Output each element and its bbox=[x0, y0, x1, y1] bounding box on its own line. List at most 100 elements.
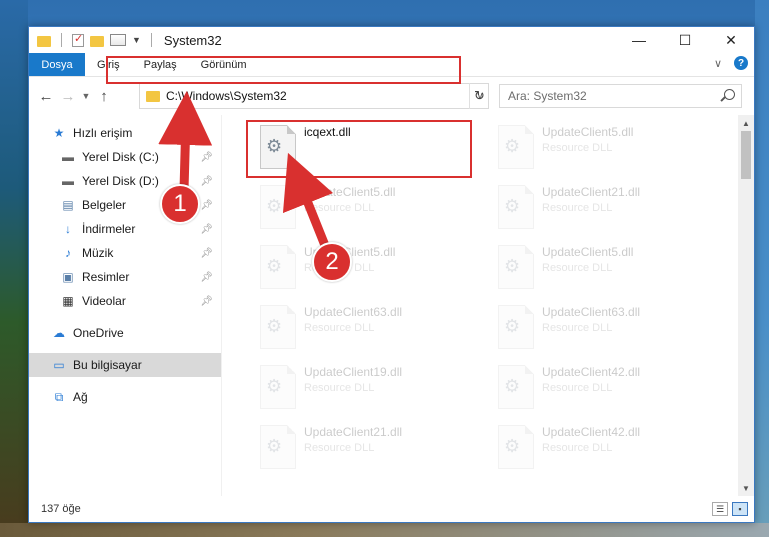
tiles-view-icon[interactable]: ▪ bbox=[732, 502, 748, 516]
recent-locations-icon[interactable]: ▼ bbox=[79, 91, 93, 101]
file-tile[interactable]: UpdateClient5.dllResource DLL bbox=[486, 237, 712, 297]
address-bar[interactable]: C:\Windows\System32 ∨ bbox=[139, 83, 489, 109]
pin-icon: 📌︎ bbox=[200, 223, 213, 235]
forward-arrow-icon[interactable]: → bbox=[57, 88, 79, 105]
file-tile[interactable]: UpdateClient5.dllResource DLL bbox=[248, 237, 474, 297]
cloud-icon: ☁ bbox=[53, 326, 65, 340]
address-path[interactable]: C:\Windows\System32 bbox=[166, 89, 472, 103]
step-badge-2: 2 bbox=[312, 242, 352, 282]
sidebar-item-pictures[interactable]: ▣ Resimler 📌︎ bbox=[29, 265, 221, 289]
tab-share[interactable]: Paylaş bbox=[132, 53, 189, 76]
pin-icon: 📌︎ bbox=[200, 151, 213, 163]
sidebar-item-onedrive[interactable]: ☁ OneDrive bbox=[29, 321, 221, 345]
details-view-icon[interactable]: ☰ bbox=[712, 502, 728, 516]
folder-icon bbox=[146, 90, 160, 102]
file-name: UpdateClient5.dll bbox=[304, 185, 396, 199]
sidebar-item-local-disk-c[interactable]: ▬ Yerel Disk (C:) 📌︎ bbox=[29, 145, 221, 169]
file-tile[interactable]: UpdateClient63.dll Resource DLL bbox=[248, 297, 474, 357]
pin-icon: 📌︎ bbox=[200, 295, 213, 307]
file-tile[interactable]: UpdateClient5.dllResource DLL bbox=[486, 117, 712, 177]
file-explorer-window: ▼ System32 — ☐ ✕ Dosya Giriş Paylaş Görü… bbox=[28, 26, 755, 523]
file-tile[interactable]: UpdateClient42.dll Resource DLL bbox=[486, 417, 712, 477]
file-type: Resource DLL bbox=[304, 202, 375, 214]
dll-file-icon bbox=[498, 425, 534, 469]
file-type: Resource DLL bbox=[542, 262, 613, 274]
documents-icon: ▤ bbox=[62, 198, 74, 212]
item-count: 137 öğe bbox=[41, 503, 81, 515]
download-icon: ↓ bbox=[65, 222, 71, 236]
dll-file-icon bbox=[260, 125, 296, 169]
pin-icon: 📌︎ bbox=[200, 175, 213, 187]
ribbon-controls: ∨ ? bbox=[714, 56, 748, 70]
drive-icon: ▬ bbox=[62, 150, 74, 164]
desktop-background-left bbox=[0, 0, 28, 537]
tab-file[interactable]: Dosya bbox=[29, 53, 85, 76]
divider bbox=[150, 33, 152, 47]
file-name: UpdateClient42.dll bbox=[542, 365, 641, 379]
customize-toolbar-icon[interactable] bbox=[110, 34, 126, 46]
sidebar-item-music[interactable]: ♪ Müzik 📌︎ bbox=[29, 241, 221, 265]
expand-ribbon-icon[interactable]: ∨ bbox=[714, 57, 722, 70]
file-tile-icqext[interactable]: icqext.dll bbox=[248, 117, 474, 177]
search-input[interactable]: Ara: System32 bbox=[499, 84, 742, 108]
ribbon-tabs: Dosya Giriş Paylaş Görünüm ∨ ? bbox=[29, 53, 754, 77]
scroll-down-icon[interactable]: ▼ bbox=[738, 480, 754, 496]
dll-file-icon bbox=[260, 305, 296, 349]
dll-file-icon bbox=[498, 125, 534, 169]
title-bar: ▼ System32 — ☐ ✕ bbox=[29, 27, 754, 53]
sidebar-item-network[interactable]: ⧉ Ağ bbox=[29, 385, 221, 409]
new-folder-icon[interactable] bbox=[90, 35, 104, 47]
sidebar-item-videos[interactable]: ▦ Videolar 📌︎ bbox=[29, 289, 221, 313]
file-type: Resource DLL bbox=[304, 322, 375, 334]
dll-file-icon bbox=[498, 245, 534, 289]
scroll-up-icon[interactable]: ▲ bbox=[738, 115, 754, 131]
minimize-button[interactable]: — bbox=[616, 27, 662, 53]
sidebar-item-label: Belgeler bbox=[82, 198, 127, 212]
chevron-down-icon[interactable]: ▼ bbox=[132, 35, 141, 45]
tab-home[interactable]: Giriş bbox=[85, 53, 132, 76]
file-tile[interactable]: UpdateClient21.dll Resource DLL bbox=[248, 417, 474, 477]
sidebar-item-label: İndirmeler bbox=[82, 222, 136, 236]
quick-access-toolbar: ▼ System32 bbox=[29, 32, 222, 48]
close-button[interactable]: ✕ bbox=[708, 27, 754, 53]
dll-file-icon bbox=[260, 185, 296, 229]
file-tile[interactable]: UpdateClient19.dll Resource DLL bbox=[248, 357, 474, 417]
back-arrow-icon[interactable]: ← bbox=[35, 88, 57, 105]
file-type: Resource DLL bbox=[542, 322, 613, 334]
help-icon[interactable]: ? bbox=[734, 56, 748, 70]
status-bar: 137 öğe ☰ ▪ bbox=[29, 496, 754, 522]
file-type: Resource DLL bbox=[542, 442, 613, 454]
file-name: UpdateClient19.dll bbox=[304, 365, 403, 379]
sidebar-item-this-pc[interactable]: ▭ Bu bilgisayar bbox=[29, 353, 221, 377]
star-icon: ★ bbox=[53, 126, 65, 140]
file-tile[interactable]: UpdateClient42.dll Resource DLL bbox=[486, 357, 712, 417]
file-list: icqext.dll UpdateClient5.dll Resource DLL… bbox=[222, 115, 754, 496]
properties-check-icon[interactable] bbox=[72, 32, 84, 47]
file-tile[interactable]: UpdateClient21.dll Resource DLL bbox=[486, 177, 712, 237]
music-icon: ♪ bbox=[65, 246, 71, 260]
folder-icon bbox=[37, 35, 51, 47]
file-tile[interactable]: UpdateClient5.dll Resource DLL bbox=[248, 177, 474, 237]
dll-file-icon bbox=[260, 245, 296, 289]
refresh-icon[interactable]: ↻ bbox=[469, 83, 489, 109]
maximize-button[interactable]: ☐ bbox=[662, 27, 708, 53]
up-arrow-icon[interactable]: ↑ bbox=[93, 88, 115, 105]
pin-icon: 📌︎ bbox=[200, 199, 213, 211]
desktop-background-right bbox=[755, 0, 769, 537]
vertical-scrollbar[interactable]: ▲ ▼ bbox=[738, 115, 754, 496]
drive-icon: ▬ bbox=[62, 174, 74, 188]
sidebar-item-quick-access[interactable]: ★ Hızlı erişim bbox=[29, 121, 221, 145]
file-name: UpdateClient63.dll bbox=[304, 305, 403, 319]
sidebar-item-label: Hızlı erişim bbox=[73, 126, 133, 140]
tab-view[interactable]: Görünüm bbox=[189, 53, 259, 76]
sidebar-item-label: Resimler bbox=[82, 270, 130, 284]
file-type: Resource DLL bbox=[542, 382, 613, 394]
scroll-thumb[interactable] bbox=[741, 131, 751, 179]
sidebar-item-downloads[interactable]: ↓ İndirmeler 📌︎ bbox=[29, 217, 221, 241]
file-tile[interactable]: UpdateClient63.dll Resource DLL bbox=[486, 297, 712, 357]
pictures-icon: ▣ bbox=[62, 270, 74, 284]
dll-file-icon bbox=[498, 185, 534, 229]
file-name: icqext.dll bbox=[304, 125, 351, 139]
